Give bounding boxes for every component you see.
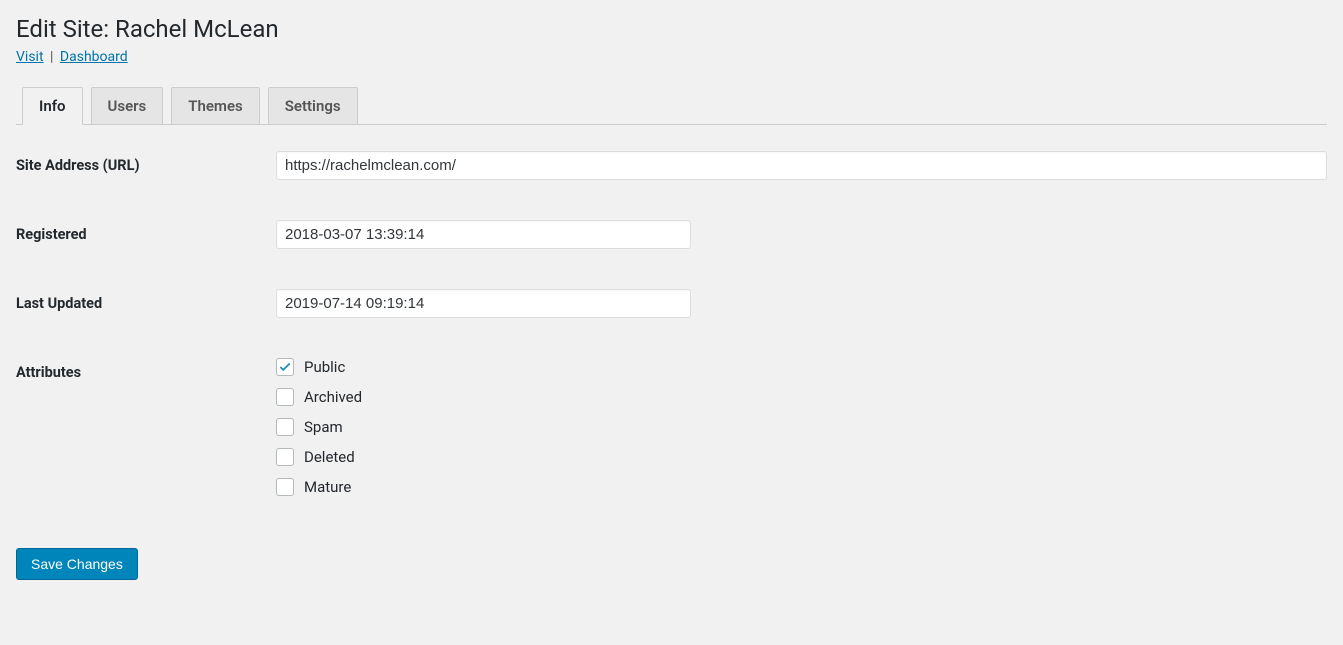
tab-users[interactable]: Users <box>91 87 164 125</box>
checkbox-archived-label: Archived <box>304 388 362 406</box>
check-icon <box>278 360 292 374</box>
checkbox-spam[interactable] <box>276 418 294 436</box>
save-changes-button[interactable]: Save Changes <box>16 548 138 580</box>
registered-input[interactable] <box>276 220 691 249</box>
dashboard-link[interactable]: Dashboard <box>60 49 128 65</box>
visit-link[interactable]: Visit <box>16 49 44 65</box>
registered-label: Registered <box>16 220 276 243</box>
checkbox-mature-label: Mature <box>304 478 351 496</box>
checkbox-deleted[interactable] <box>276 448 294 466</box>
site-url-input[interactable] <box>276 151 1327 180</box>
checkbox-public-label: Public <box>304 358 345 376</box>
sub-links: Visit | Dashboard <box>16 49 1327 65</box>
checkbox-deleted-label: Deleted <box>304 448 355 466</box>
site-url-label: Site Address (URL) <box>16 151 276 174</box>
tab-bar: Info Users Themes Settings <box>16 87 1327 125</box>
tab-themes[interactable]: Themes <box>171 87 259 125</box>
page-title: Edit Site: Rachel McLean <box>16 15 1327 43</box>
link-separator: | <box>50 49 53 65</box>
checkbox-spam-label: Spam <box>304 418 343 436</box>
tab-info[interactable]: Info <box>22 87 83 125</box>
checkbox-archived[interactable] <box>276 388 294 406</box>
tab-settings[interactable]: Settings <box>268 87 358 125</box>
checkbox-mature[interactable] <box>276 478 294 496</box>
attributes-list: Public Archived Spam Deleted <box>276 358 1327 496</box>
checkbox-public[interactable] <box>276 358 294 376</box>
updated-input[interactable] <box>276 289 691 318</box>
updated-label: Last Updated <box>16 289 276 312</box>
attributes-label: Attributes <box>16 358 276 381</box>
